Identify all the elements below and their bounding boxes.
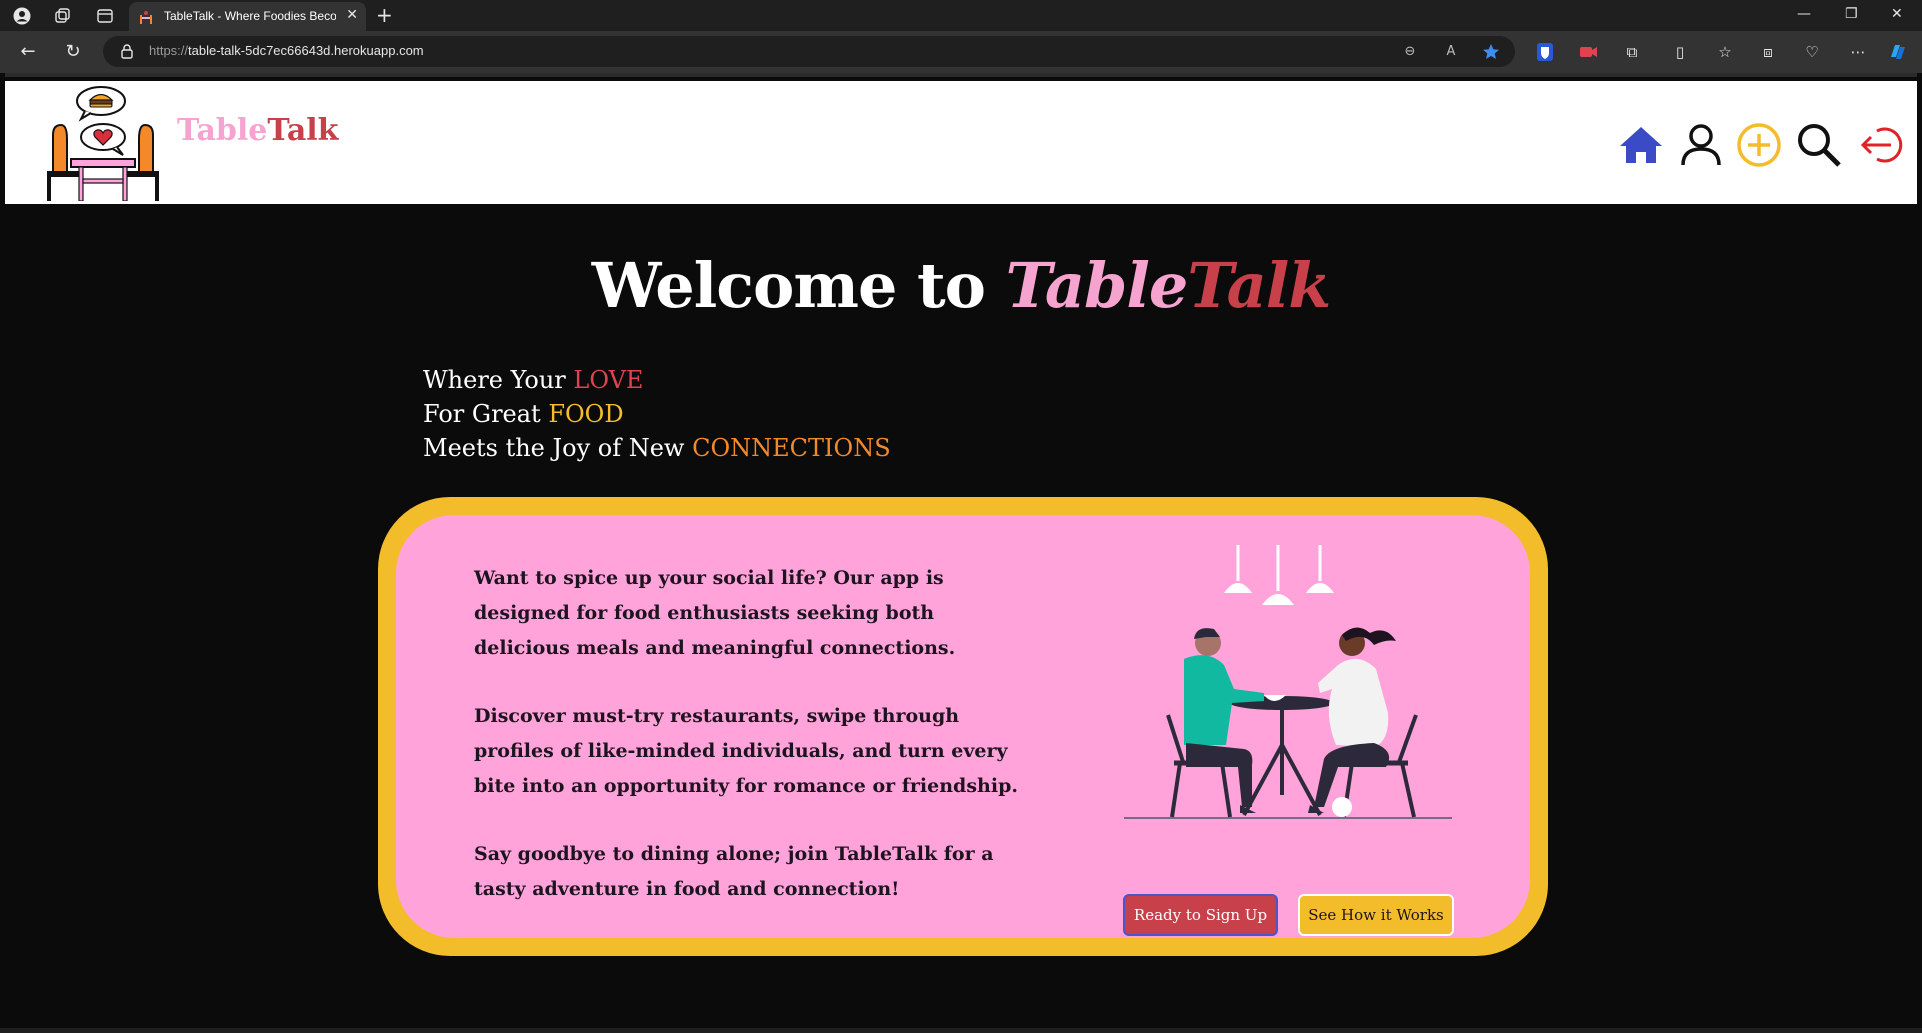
- profile-icon[interactable]: [1677, 121, 1725, 169]
- copilot-icon[interactable]: [1887, 41, 1909, 63]
- couple-dining-illustration: [1124, 545, 1452, 819]
- browser-titlebar: TableTalk - Where Foodies Becom ✕ + — ❐ …: [0, 0, 1922, 31]
- close-window-icon[interactable]: ✕: [1891, 6, 1903, 22]
- how-it-works-button[interactable]: See How it Works: [1298, 894, 1454, 936]
- tabletalk-logo[interactable]: [43, 85, 163, 201]
- favicon-icon: [140, 11, 152, 24]
- new-tab-icon[interactable]: +: [376, 3, 393, 27]
- tab-actions-icon[interactable]: [96, 7, 114, 25]
- extensions-icon[interactable]: ⧉: [1621, 41, 1643, 63]
- tab-title: TableTalk - Where Foodies Becom: [164, 9, 336, 23]
- site-header: TableTalk: [5, 81, 1917, 204]
- logout-icon[interactable]: [1857, 121, 1905, 169]
- more-menu-icon[interactable]: ⋯: [1847, 41, 1869, 63]
- tagline-line-2: For Great FOOD: [423, 400, 624, 428]
- home-icon[interactable]: [1617, 121, 1665, 169]
- intro-paragraph-3: Say goodbye to dining alone; join TableT…: [474, 843, 994, 900]
- favorite-star-icon[interactable]: [1481, 42, 1501, 62]
- browser-essentials-icon[interactable]: ♡: [1801, 41, 1823, 63]
- close-tab-icon[interactable]: ✕: [346, 7, 358, 23]
- tagline-line-1: Where Your LOVE: [423, 366, 644, 394]
- page-body: TableTalk Welcome to TableTalk Where You…: [5, 73, 1917, 1028]
- tab-tabletalk[interactable]: TableTalk - Where Foodies Becom ✕: [129, 2, 366, 31]
- intro-paragraph-1: Want to spice up your social life? Our a…: [474, 567, 956, 659]
- add-icon[interactable]: [1735, 121, 1783, 169]
- window-bottom-edge: [0, 1028, 1922, 1033]
- back-icon[interactable]: ←: [17, 41, 39, 63]
- address-bar[interactable]: https://table-talk-5dc7ec66643d.herokuap…: [103, 36, 1515, 67]
- bitwarden-icon[interactable]: [1534, 41, 1556, 63]
- intro-card-border: Want to spice up your social life? Our a…: [378, 497, 1548, 956]
- screen-recorder-icon[interactable]: [1577, 41, 1599, 63]
- collections-icon[interactable]: ⧈: [1757, 41, 1779, 63]
- refresh-icon[interactable]: ↻: [62, 41, 84, 63]
- restore-icon[interactable]: ❐: [1845, 6, 1858, 22]
- signup-button[interactable]: Ready to Sign Up: [1123, 894, 1278, 936]
- favorites-icon[interactable]: ☆: [1714, 41, 1736, 63]
- welcome-heading: Welcome to TableTalk: [591, 249, 1332, 322]
- browser-toolbar: ← ↻ https://table-talk-5dc7ec66643d.hero…: [0, 31, 1922, 73]
- zoom-icon[interactable]: ⊖: [1400, 42, 1420, 62]
- tagline-line-3: Meets the Joy of New CONNECTIONS: [423, 434, 891, 462]
- split-screen-icon[interactable]: ▯: [1669, 41, 1691, 63]
- read-aloud-icon[interactable]: A: [1441, 42, 1461, 62]
- profile-avatar-icon[interactable]: [13, 7, 31, 25]
- intro-paragraph-2: Discover must-try restaurants, swipe thr…: [474, 705, 1018, 797]
- minimize-icon[interactable]: —: [1797, 6, 1811, 22]
- url-text[interactable]: https://table-talk-5dc7ec66643d.herokuap…: [149, 43, 424, 58]
- workspaces-icon[interactable]: [53, 7, 71, 25]
- search-icon[interactable]: [1795, 121, 1843, 169]
- lock-icon[interactable]: [119, 43, 135, 59]
- brand-name[interactable]: TableTalk: [177, 113, 338, 148]
- intro-card: Want to spice up your social life? Our a…: [396, 515, 1530, 938]
